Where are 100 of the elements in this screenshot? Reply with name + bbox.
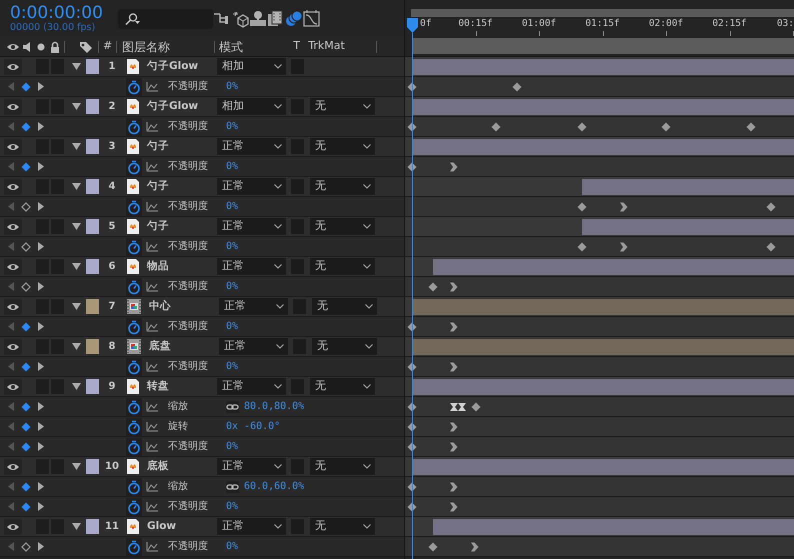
column-header[interactable]: 图层名称	[122, 38, 210, 56]
property-value[interactable]: 80.0,80.0%	[244, 399, 304, 414]
eye-icon[interactable]	[6, 382, 20, 392]
next-keyframe-icon[interactable]	[38, 502, 44, 511]
keyframe-toggle-icon[interactable]	[21, 542, 31, 552]
keyframe-toggle-icon[interactable]	[21, 362, 31, 372]
keyframe-diamond-icon[interactable]	[428, 282, 438, 292]
next-keyframe-icon[interactable]	[38, 162, 44, 171]
search-field[interactable]	[118, 8, 213, 28]
keyframe-toggle-icon[interactable]	[21, 402, 31, 412]
next-keyframe-icon[interactable]	[38, 282, 44, 291]
keyframe-diamond-icon[interactable]	[428, 542, 438, 552]
eye-icon[interactable]	[6, 142, 20, 152]
mode-dropdown[interactable]: 正常	[219, 298, 288, 315]
mode-dropdown[interactable]: 正常	[217, 378, 286, 395]
eye-icon[interactable]	[6, 522, 20, 532]
stopwatch-icon[interactable]	[126, 398, 142, 416]
keyframe-toggle-icon[interactable]	[21, 122, 31, 132]
eye-icon[interactable]	[6, 182, 20, 192]
track-matte-dropdown[interactable]: 无	[312, 338, 377, 355]
keyframe-toggle-icon[interactable]	[21, 282, 31, 292]
playhead-handle[interactable]	[407, 18, 418, 33]
twirl-triangle-icon[interactable]	[72, 222, 81, 231]
cube-icon[interactable]	[231, 10, 249, 28]
keyframe-chevron-icon[interactable]	[450, 322, 458, 332]
next-keyframe-icon[interactable]	[38, 422, 44, 431]
stopwatch-icon[interactable]	[126, 478, 142, 496]
graph-icon[interactable]	[146, 542, 158, 552]
stopwatch-icon[interactable]	[126, 78, 142, 96]
stopwatch-icon[interactable]	[126, 438, 142, 456]
eye-icon[interactable]	[6, 222, 20, 232]
graph-icon[interactable]	[146, 362, 158, 372]
keyframe-diamond-icon[interactable]	[491, 122, 502, 132]
layer-name[interactable]: 勺子Glow	[147, 58, 217, 74]
column-header[interactable]: #	[103, 38, 112, 55]
twirl-triangle-icon[interactable]	[72, 522, 81, 531]
property-value[interactable]: 0%	[226, 539, 238, 554]
keyframe-diamond-icon[interactable]	[512, 82, 522, 92]
keyframe-chevron-icon[interactable]	[450, 362, 458, 372]
property-value[interactable]: 0%	[226, 499, 238, 514]
keyframe-toggle-icon[interactable]	[21, 482, 31, 492]
graph-icon[interactable]	[146, 162, 158, 172]
layer-name[interactable]: 勺子	[147, 178, 217, 194]
property-value[interactable]: 0%	[226, 319, 238, 334]
twirl-triangle-icon[interactable]	[72, 62, 81, 71]
track-matte-dropdown[interactable]: 无	[310, 138, 375, 155]
graph-editor-icon[interactable]	[303, 10, 321, 28]
next-keyframe-icon[interactable]	[38, 242, 44, 251]
label-swatch[interactable]	[86, 99, 99, 114]
eye-icon[interactable]	[6, 62, 20, 72]
next-keyframe-icon[interactable]	[38, 122, 44, 131]
keyframe-toggle-icon[interactable]	[21, 242, 31, 252]
label-swatch[interactable]	[86, 459, 99, 474]
track-matte-dropdown[interactable]: 无	[312, 298, 377, 315]
label-swatch[interactable]	[86, 59, 99, 74]
eye-icon[interactable]	[6, 462, 20, 472]
stopwatch-icon[interactable]	[126, 278, 142, 296]
property-value[interactable]: 0%	[226, 439, 238, 454]
label-swatch[interactable]	[86, 219, 99, 234]
keyframe-chevron-icon[interactable]	[450, 282, 458, 292]
stopwatch-icon[interactable]	[126, 498, 142, 516]
graph-icon[interactable]	[146, 282, 158, 292]
next-keyframe-icon[interactable]	[38, 82, 44, 91]
graph-icon[interactable]	[146, 82, 158, 92]
keyframe-chevron-icon[interactable]	[450, 422, 458, 432]
track-matte-dropdown[interactable]: 无	[310, 178, 375, 195]
keyframe-toggle-icon[interactable]	[21, 202, 31, 212]
keyframe-toggle-icon[interactable]	[21, 502, 31, 512]
keyframe-chevron-icon[interactable]	[450, 482, 458, 492]
mode-dropdown[interactable]: 正常	[217, 138, 286, 155]
mode-dropdown[interactable]: 正常	[217, 258, 286, 275]
keyframe-chevron-icon[interactable]	[450, 162, 458, 172]
graph-icon[interactable]	[146, 502, 158, 512]
next-keyframe-icon[interactable]	[38, 202, 44, 211]
keyframe-diamond-icon[interactable]	[766, 242, 776, 252]
shy-layer-icon[interactable]	[249, 10, 267, 28]
twirl-triangle-icon[interactable]	[72, 302, 81, 311]
property-value[interactable]: 0%	[226, 79, 238, 94]
graph-icon[interactable]	[146, 202, 158, 212]
twirl-triangle-icon[interactable]	[72, 182, 81, 191]
label-swatch[interactable]	[86, 379, 99, 394]
layer-name[interactable]: 物品	[147, 258, 217, 274]
next-keyframe-icon[interactable]	[38, 442, 44, 451]
property-value[interactable]: 0%	[226, 199, 238, 214]
layer-name[interactable]: 底盘	[149, 338, 219, 354]
twirl-triangle-icon[interactable]	[72, 142, 81, 151]
keyframe-toggle-icon[interactable]	[21, 82, 31, 92]
eye-icon[interactable]	[6, 302, 20, 312]
layer-name[interactable]: 底板	[147, 458, 217, 474]
graph-icon[interactable]	[146, 122, 158, 132]
property-value[interactable]: 0%	[226, 239, 238, 254]
stopwatch-icon[interactable]	[126, 418, 142, 436]
twirl-triangle-icon[interactable]	[72, 102, 81, 111]
eye-icon[interactable]	[6, 102, 20, 112]
property-value[interactable]: 0%	[226, 119, 238, 134]
label-swatch[interactable]	[86, 339, 99, 354]
next-keyframe-icon[interactable]	[38, 542, 44, 551]
property-value[interactable]: 0%	[226, 279, 238, 294]
layer-name[interactable]: 中心	[149, 298, 219, 314]
keyframe-chevron-icon[interactable]	[620, 202, 628, 212]
